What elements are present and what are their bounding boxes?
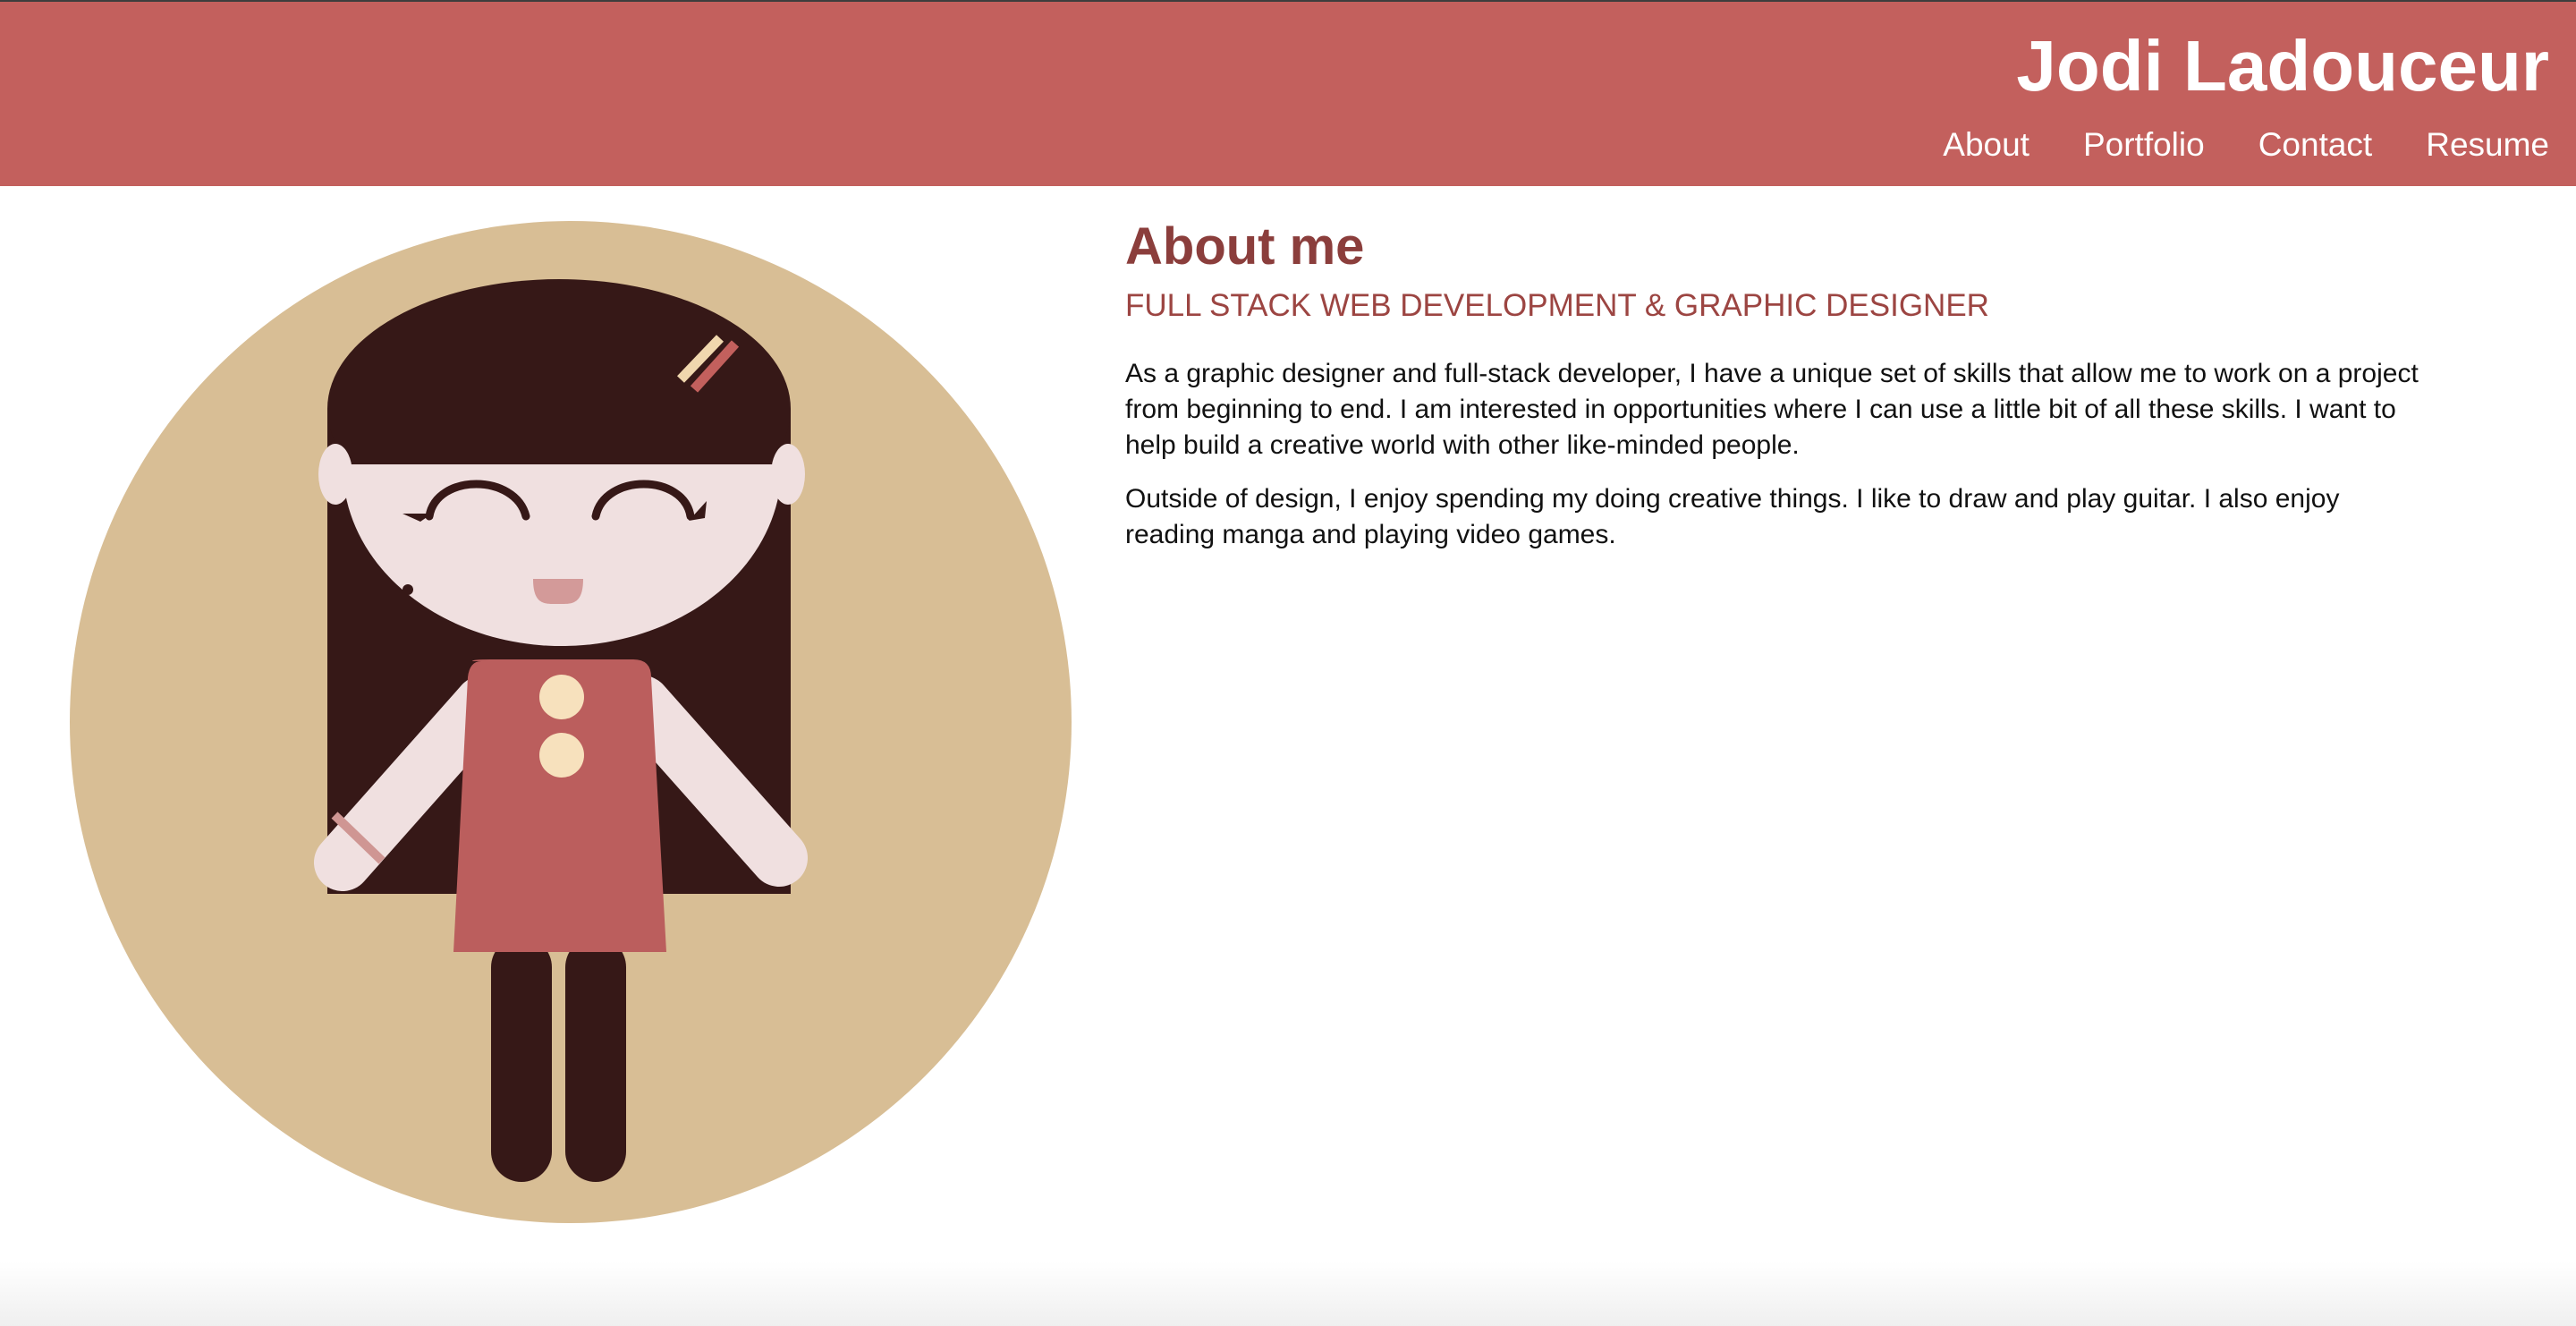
mole [402,584,413,595]
nav-link-contact[interactable]: Contact [2258,125,2373,165]
avatar [70,221,1072,1223]
girl-illustration-icon [70,221,1072,1223]
about-section: About me FULL STACK WEB DEVELOPMENT & GR… [1125,211,2431,553]
mouth [533,579,583,605]
dress-button-top [539,675,584,719]
bottom-shadow [0,1262,2576,1326]
site-title: Jodi Ladouceur [2016,26,2549,106]
about-paragraph-hobbies: Outside of design, I enjoy spending my d… [1125,484,2340,549]
about-subheading: FULL STACK WEB DEVELOPMENT & GRAPHIC DES… [1125,288,1989,323]
left-leg [491,937,552,1182]
about-heading: About me [1125,217,1365,276]
nav-link-resume[interactable]: Resume [2426,125,2549,165]
site-header: Jodi Ladouceur About Portfolio Contact R… [0,0,2576,186]
nav-link-portfolio[interactable]: Portfolio [2083,125,2205,165]
right-leg [565,937,626,1182]
about-paragraph-skills: As a graphic designer and full-stack dev… [1125,359,2419,460]
dress-button-bottom [539,733,584,778]
main-nav: About Portfolio Contact Resume [1943,125,2549,165]
nav-link-about[interactable]: About [1943,125,2029,165]
